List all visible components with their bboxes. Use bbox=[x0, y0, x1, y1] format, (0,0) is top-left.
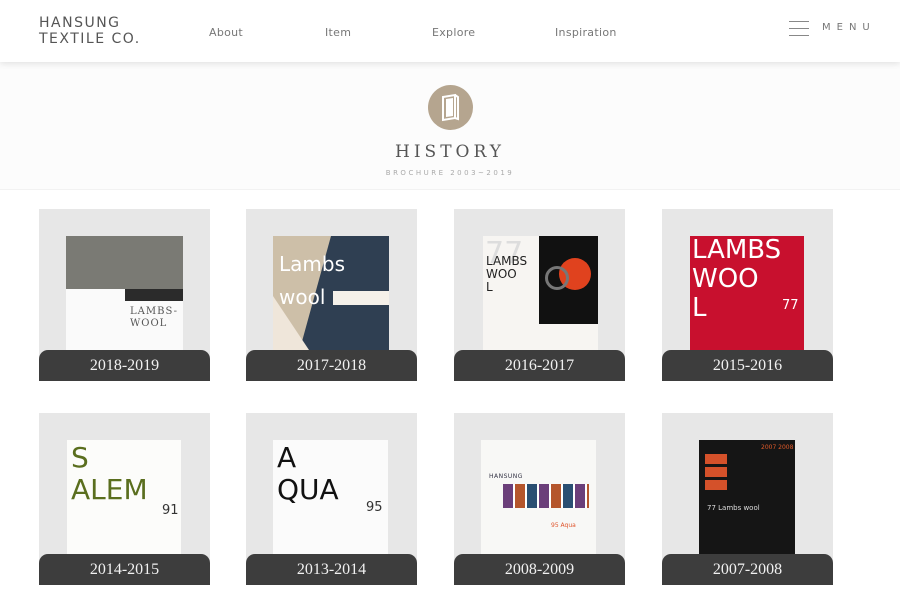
brochure-card[interactable]: LAMBS WOO L 77 2015-2016 bbox=[662, 209, 833, 381]
brochure-cover: S ALEM 91 bbox=[67, 440, 181, 560]
brochure-cover: HANSUNG 95 Aqua bbox=[481, 440, 596, 560]
brochure-card[interactable]: S ALEM 91 2014-2015 bbox=[39, 413, 210, 585]
nav-inspiration[interactable]: Inspiration bbox=[555, 26, 617, 39]
brochure-cover: A QUA 95 bbox=[273, 440, 388, 560]
nav-about[interactable]: About bbox=[209, 26, 243, 39]
card-label: 2017-2018 bbox=[246, 350, 417, 381]
cover-text: S bbox=[71, 441, 89, 474]
brochure-card[interactable]: 77 LAMBS WOO L 2016-2017 bbox=[454, 209, 625, 381]
hamburger-icon bbox=[789, 21, 809, 37]
card-label: 2014-2015 bbox=[39, 554, 210, 585]
card-label: 2013-2014 bbox=[246, 554, 417, 585]
site-header: HANSUNG TEXTILE CO. About Item Explore I… bbox=[0, 0, 900, 62]
card-label: 2007-2008 bbox=[662, 554, 833, 585]
cover-text: 95 Aqua bbox=[551, 522, 576, 529]
brochure-card[interactable]: A QUA 95 2013-2014 bbox=[246, 413, 417, 585]
brand-logo[interactable]: HANSUNG TEXTILE CO. bbox=[39, 15, 141, 47]
brand-line-2: TEXTILE CO. bbox=[39, 31, 141, 47]
cover-text: 2007 2008 bbox=[761, 444, 794, 451]
cover-text: A bbox=[277, 441, 297, 474]
cover-text: 91 bbox=[162, 503, 179, 518]
brochure-cover: LAMBS- WOOL bbox=[66, 236, 183, 356]
cover-text: HANSUNG bbox=[489, 473, 523, 480]
brochure-cover: 77 LAMBS WOO L bbox=[483, 236, 598, 356]
brand-line-1: HANSUNG bbox=[39, 15, 121, 31]
brochure-cover: Lambs wool bbox=[273, 236, 389, 356]
menu-button[interactable]: MENU bbox=[789, 21, 884, 39]
brochure-card[interactable]: LAMBS- WOOL 2018-2019 bbox=[39, 209, 210, 381]
cover-text: L bbox=[692, 293, 707, 323]
card-label: 2015-2016 bbox=[662, 350, 833, 381]
brochure-cover: 2007 2008 77 Lambs wool bbox=[699, 440, 795, 560]
cover-text: Lambs bbox=[279, 252, 345, 276]
cover-text: WOO bbox=[692, 264, 759, 294]
brochure-cover: LAMBS WOO L 77 bbox=[690, 236, 804, 356]
nav-explore[interactable]: Explore bbox=[432, 26, 475, 39]
nav-item[interactable]: Item bbox=[325, 26, 351, 39]
brochure-card[interactable]: HANSUNG 95 Aqua 2008-2009 bbox=[454, 413, 625, 585]
cover-text: LAMBS- bbox=[130, 306, 179, 317]
cover-text: QUA bbox=[277, 473, 339, 506]
cover-text: WOOL bbox=[130, 318, 168, 329]
cover-text: 77 bbox=[782, 298, 799, 313]
brochure-card[interactable]: Lambs wool 2017-2018 bbox=[246, 209, 417, 381]
card-label: 2008-2009 bbox=[454, 554, 625, 585]
menu-label: MENU bbox=[822, 22, 876, 33]
cover-text: L bbox=[486, 280, 493, 294]
card-label: 2018-2019 bbox=[39, 350, 210, 381]
card-label: 2016-2017 bbox=[454, 350, 625, 381]
brochure-grid: LAMBS- WOOL 2018-2019 Lambs wool 2017-20… bbox=[0, 0, 900, 595]
cover-text: 77 Lambs wool bbox=[707, 504, 760, 512]
cover-text: 95 bbox=[366, 500, 383, 515]
cover-text: ALEM bbox=[71, 473, 148, 506]
brochure-card[interactable]: 2007 2008 77 Lambs wool 2007-2008 bbox=[662, 413, 833, 585]
cover-text: LAMBS bbox=[692, 235, 782, 265]
